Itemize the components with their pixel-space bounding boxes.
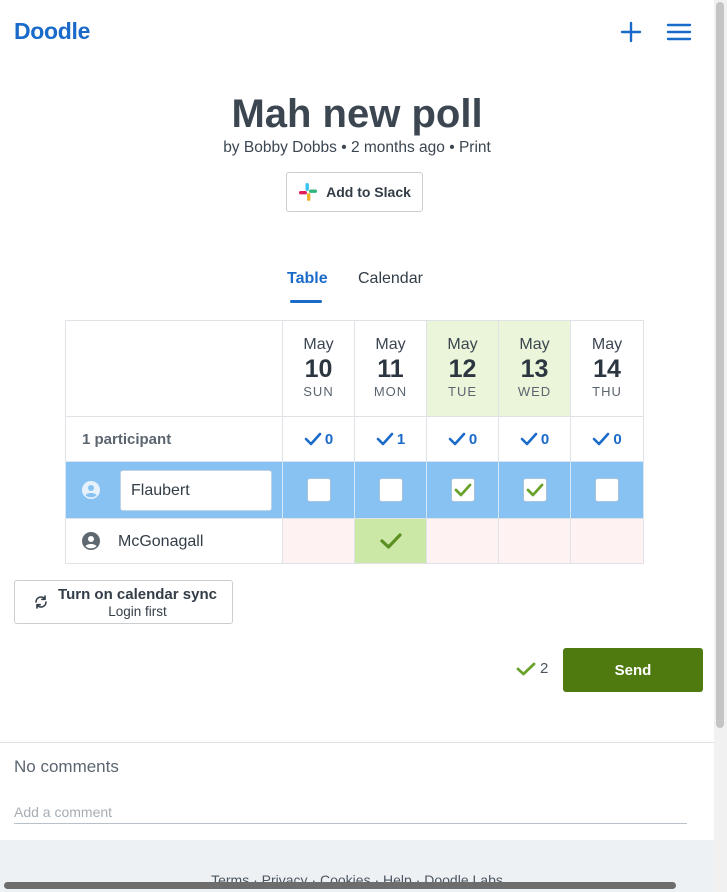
check-icon: [304, 432, 322, 446]
vote-checkbox-cell[interactable]: [570, 461, 644, 519]
check-icon: [454, 483, 471, 497]
date-weekday: THU: [592, 384, 622, 399]
poll-table: May 10 SUN May 11 MON May 12 TUE May 13 …: [65, 320, 644, 564]
view-tabs: Table Calendar: [0, 270, 714, 306]
vote-cell-no: [282, 518, 355, 564]
vote-cell-no: [498, 518, 571, 564]
date-header: May 12 TUE: [426, 320, 499, 417]
date-header: May 13 WED: [498, 320, 571, 417]
yes-count: 0: [468, 430, 478, 448]
tab-table[interactable]: Table: [287, 270, 328, 288]
selected-yes-count-value: 2: [540, 660, 549, 677]
date-month: May: [375, 336, 406, 353]
no-comments-text: No comments: [14, 757, 119, 776]
date-day: 14: [593, 355, 621, 383]
yes-count-cell: 0: [570, 416, 644, 462]
date-month: May: [591, 336, 623, 353]
vote-checkbox[interactable]: [306, 478, 331, 502]
participant-count: 1 participant: [65, 416, 283, 462]
vertical-scrollbar[interactable]: [714, 0, 727, 892]
user-icon: [82, 481, 100, 499]
participant-name: McGonagall: [118, 533, 204, 550]
horizontal-scrollbar[interactable]: [0, 880, 714, 892]
create-poll-button[interactable]: [617, 18, 645, 46]
vote-checkbox-cell[interactable]: [354, 461, 427, 519]
poll-author-and-age: by Bobby Dobbs • 2 months ago •: [223, 139, 459, 156]
doodle-logo[interactable]: Doodle: [14, 18, 90, 45]
date-weekday: TUE: [448, 384, 477, 399]
yes-count-cell: 0: [498, 416, 571, 462]
date-header: May 14 THU: [570, 320, 644, 417]
date-weekday: SUN: [303, 384, 334, 399]
date-header: May 11 MON: [354, 320, 427, 417]
active-tab-indicator: [290, 300, 322, 303]
name-input[interactable]: [120, 470, 272, 511]
send-button[interactable]: Send: [563, 648, 703, 692]
horizontal-scrollbar-thumb[interactable]: [4, 882, 676, 889]
tab-calendar[interactable]: Calendar: [358, 270, 423, 288]
calendar-sync-title: Turn on calendar sync: [58, 586, 217, 603]
date-month: May: [447, 336, 478, 353]
top-bar: Doodle: [0, 0, 714, 62]
comment-input[interactable]: [14, 800, 687, 824]
vote-checkbox-cell[interactable]: [426, 461, 499, 519]
vote-checkbox-cell[interactable]: [498, 461, 571, 519]
date-day: 12: [448, 355, 477, 383]
vote-checkbox[interactable]: [595, 478, 619, 502]
current-user-row: [65, 461, 283, 519]
add-to-slack-button[interactable]: Add to Slack: [286, 172, 423, 212]
vote-checkbox-cell[interactable]: [282, 461, 355, 519]
check-icon: [379, 533, 402, 549]
slack-icon: [299, 183, 318, 201]
date-header: May 10 SUN: [282, 320, 355, 417]
print-link[interactable]: Print: [459, 139, 491, 156]
date-day: 13: [520, 355, 549, 383]
vote-cell-no: [570, 518, 644, 564]
selected-yes-count: 2: [516, 660, 548, 677]
vote-cell-no: [426, 518, 499, 564]
date-month: May: [519, 336, 550, 353]
date-day: 10: [304, 355, 333, 383]
date-weekday: MON: [373, 384, 408, 399]
yes-count: 1: [396, 430, 406, 448]
date-month: May: [303, 336, 334, 353]
check-icon: [448, 432, 466, 446]
date-weekday: WED: [517, 384, 552, 399]
hamburger-menu-button[interactable]: [665, 18, 693, 46]
section-divider: [0, 742, 714, 743]
yes-count: 0: [324, 430, 334, 448]
check-icon: [516, 662, 536, 675]
participant-row: McGonagall: [65, 518, 283, 564]
vote-checkbox[interactable]: [378, 478, 403, 502]
yes-count-cell: 0: [426, 416, 499, 462]
check-icon: [376, 432, 394, 446]
user-icon: [82, 532, 100, 550]
plus-icon: [620, 21, 642, 43]
check-icon: [593, 432, 610, 446]
calendar-sync-subtitle: Login first: [108, 604, 167, 619]
table-corner: [65, 320, 283, 417]
date-day: 11: [377, 355, 404, 383]
menu-icon: [666, 23, 692, 41]
calendar-sync-button[interactable]: Turn on calendar sync Login first: [14, 580, 233, 624]
yes-count-cell: 1: [354, 416, 427, 462]
add-to-slack-label: Add to Slack: [326, 184, 411, 200]
poll-title: Mah new poll: [231, 92, 483, 136]
check-icon: [526, 483, 543, 497]
vote-checkbox-checked[interactable]: [522, 478, 547, 502]
yes-count: 0: [613, 430, 622, 448]
yes-count: 0: [540, 430, 550, 448]
yes-count-cell: 0: [282, 416, 355, 462]
vote-cell-yes: [354, 518, 427, 564]
vertical-scrollbar-thumb[interactable]: [716, 2, 724, 728]
vote-checkbox-checked[interactable]: [450, 478, 475, 502]
poll-meta: by Bobby Dobbs • 2 months ago • Print: [0, 139, 714, 157]
check-icon: [520, 432, 538, 446]
